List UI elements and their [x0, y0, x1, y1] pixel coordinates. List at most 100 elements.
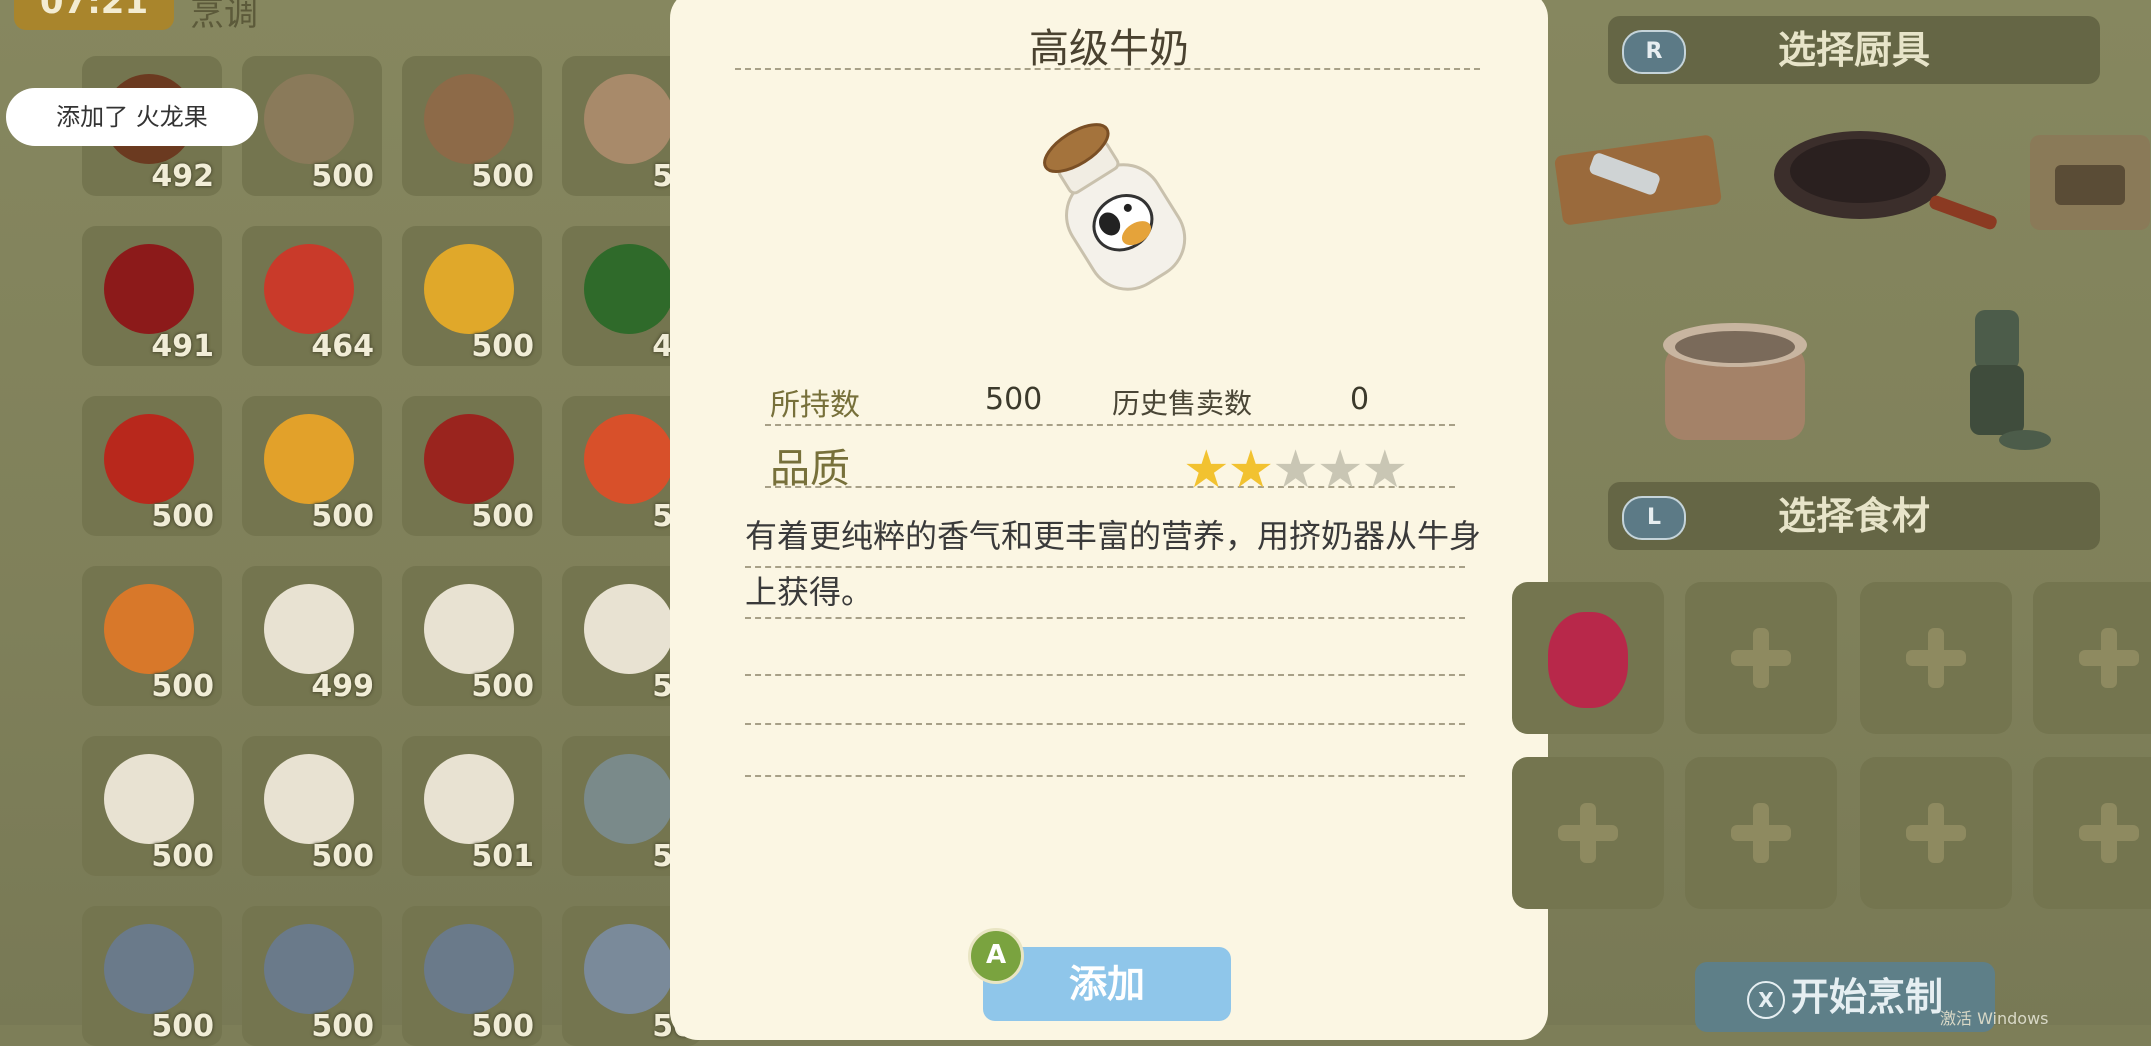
inventory-slot[interactable]: 500	[82, 736, 222, 876]
divider	[745, 723, 1465, 725]
cutting-board-icon	[1554, 135, 1722, 225]
ingredient-slot-empty[interactable]	[2033, 757, 2151, 909]
star-filled-icon: ★	[1227, 440, 1275, 500]
frying-pan-icon	[1774, 131, 1997, 230]
divider	[735, 68, 1480, 70]
clock: 07:21	[14, 0, 174, 30]
plus-icon	[1558, 803, 1618, 863]
inventory-slot[interactable]: 500	[402, 906, 542, 1046]
fish-icon	[584, 754, 674, 844]
dragon-fruit-icon	[1548, 612, 1628, 708]
start-cooking-label: 开始烹制	[1790, 975, 1943, 1019]
fish-icon	[584, 924, 674, 1014]
oven-icon	[2030, 135, 2150, 230]
plus-icon	[1731, 628, 1791, 688]
select-cookware-button[interactable]: R 选择厨具	[1608, 16, 2100, 84]
egg-icon	[424, 74, 514, 164]
tomato-icon	[584, 414, 674, 504]
lantern-stove-icon	[1970, 310, 2051, 450]
soup-bowl-icon	[264, 74, 354, 164]
ingredient-slot-empty[interactable]	[1860, 757, 2012, 909]
plus-icon	[1906, 803, 1966, 863]
inventory-slot[interactable]: 464	[242, 226, 382, 366]
toast-notification: 添加了 火龙果	[6, 88, 258, 146]
divider	[765, 424, 1455, 426]
fish-icon	[264, 924, 354, 1014]
item-count: 492	[151, 159, 214, 194]
star-filled-icon: ★	[1183, 440, 1230, 500]
page-title: 烹调	[190, 0, 258, 34]
item-count: 500	[151, 499, 214, 534]
pineapple-icon	[424, 244, 514, 334]
item-count: 500	[311, 839, 374, 874]
item-count: 500	[471, 159, 534, 194]
inventory-slot[interactable]: 500	[242, 736, 382, 876]
inventory-slot[interactable]: 500	[402, 566, 542, 706]
item-count: 500	[151, 669, 214, 704]
plus-icon	[2079, 803, 2139, 863]
divider	[745, 566, 1465, 568]
select-ingredient-button[interactable]: L 选择食材	[1608, 482, 2100, 550]
item-description: 有着更纯粹的香气和更丰富的营养，用挤奶器从牛身上获得。	[745, 517, 1482, 611]
windows-watermark: 激活 Windows	[1940, 1009, 2049, 1028]
plus-icon	[1731, 803, 1791, 863]
carrot-icon	[104, 584, 194, 674]
milk-bottle-icon	[264, 584, 354, 674]
l-key-badge: L	[1622, 496, 1686, 540]
x-key-badge: X	[1746, 980, 1785, 1019]
item-title: 高级牛奶	[1029, 26, 1189, 72]
pot-icon	[1663, 323, 1807, 440]
item-count: 500	[311, 159, 374, 194]
quality-stars: ★★★★★	[1183, 440, 1409, 500]
sold-count-value: 0	[1350, 382, 1370, 417]
milk-bottle-icon	[584, 584, 674, 674]
ingredient-slot-empty[interactable]	[1860, 582, 2012, 734]
ingredient-slot-filled[interactable]	[1512, 582, 1664, 734]
watermelon-icon	[584, 244, 674, 334]
inventory-slot[interactable]: 500	[242, 906, 382, 1046]
mango-icon	[264, 414, 354, 504]
inventory-slot[interactable]: 499	[242, 566, 382, 706]
held-count-value: 500	[985, 382, 1043, 417]
item-count: 499	[311, 669, 374, 704]
inventory-slot[interactable]: 500	[82, 566, 222, 706]
ingredient-slot-empty[interactable]	[1685, 757, 1837, 909]
item-count: 464	[311, 329, 374, 364]
item-detail-dialog: 高级牛奶 所持数 500 历史售卖数 0 品质 有着更纯粹的香气和更丰富的营养，…	[670, 0, 1548, 1040]
inventory-slot[interactable]: 500	[242, 56, 382, 196]
sold-count-label: 历史售卖数	[1112, 387, 1253, 420]
item-count: 500	[471, 1009, 534, 1044]
item-count: 500	[151, 839, 214, 874]
inventory-slot[interactable]: 491	[82, 226, 222, 366]
item-count: 500	[311, 1009, 374, 1044]
star-empty-icon: ★	[1361, 440, 1409, 500]
divider	[745, 775, 1465, 777]
strawberry-icon	[264, 244, 354, 334]
inventory-slot[interactable]: 500	[242, 396, 382, 536]
held-count-label: 所持数	[770, 388, 860, 423]
r-key-badge: R	[1622, 30, 1686, 74]
a-key-badge: A	[968, 928, 1024, 984]
item-count: 500	[311, 499, 374, 534]
item-count: 500	[471, 499, 534, 534]
divider	[745, 674, 1465, 676]
fish-icon	[104, 924, 194, 1014]
star-empty-icon: ★	[1272, 440, 1319, 500]
inventory-slot[interactable]: 500	[82, 396, 222, 536]
inventory-slot[interactable]: 500	[402, 56, 542, 196]
item-count: 500	[471, 669, 534, 704]
fish-icon	[424, 924, 514, 1014]
inventory-slot[interactable]: 501	[402, 736, 542, 876]
inventory-slot[interactable]: 500	[402, 226, 542, 366]
item-count: 500	[151, 1009, 214, 1044]
milk-bottle-icon	[424, 754, 514, 844]
star-empty-icon: ★	[1316, 440, 1364, 500]
ingredient-slot-empty[interactable]	[1685, 582, 1837, 734]
ingredient-slot-empty[interactable]	[2033, 582, 2151, 734]
inventory-slot[interactable]: 500	[402, 396, 542, 536]
inventory-slot[interactable]: 500	[82, 906, 222, 1046]
inventory-grid: 4925005005049146450049500500500505004995…	[82, 56, 702, 1046]
ingredient-slot-empty[interactable]	[1512, 757, 1664, 909]
plus-icon	[2079, 628, 2139, 688]
cookware-area	[1554, 131, 2150, 450]
